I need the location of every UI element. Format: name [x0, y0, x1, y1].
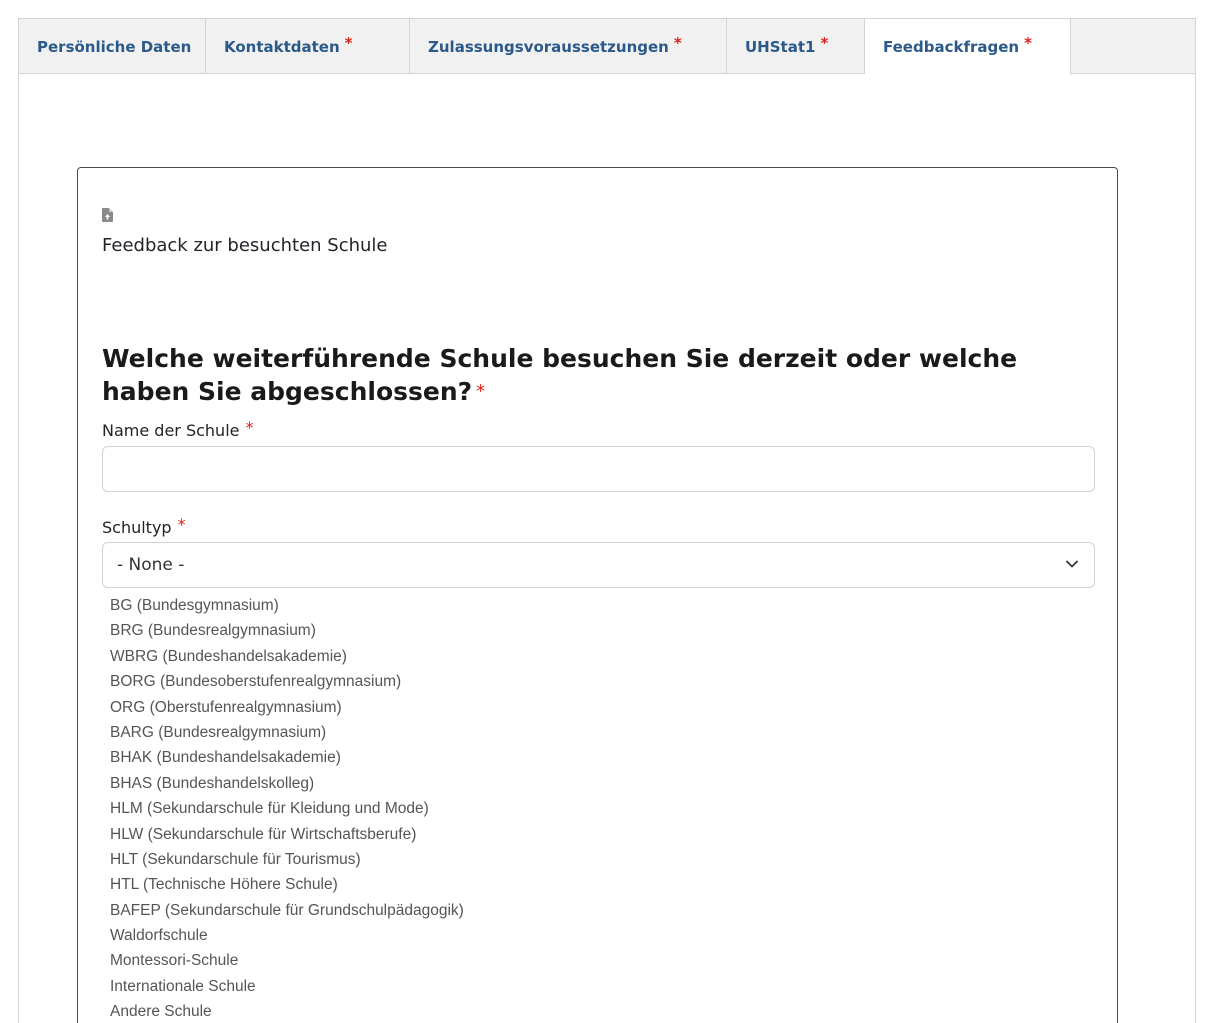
- school-name-label: Name der Schule *: [102, 418, 254, 440]
- school-type-option[interactable]: HLW (Sekundarschule für Wirtschaftsberuf…: [110, 822, 464, 847]
- school-type-options: BG (Bundesgymnasium) BRG (Bundesrealgymna…: [110, 593, 464, 1023]
- school-type-option[interactable]: WBRG (Bundeshandelsakademie): [110, 644, 464, 669]
- tab-uhstat1[interactable]: UHStat1 *: [727, 19, 865, 74]
- tab-feedbackfragen[interactable]: Feedbackfragen *: [865, 19, 1071, 75]
- school-type-label: Schultyp *: [102, 515, 186, 537]
- school-type-select[interactable]: - None -: [102, 542, 1095, 588]
- school-type-option[interactable]: BG (Bundesgymnasium): [110, 593, 464, 618]
- school-type-option[interactable]: HLT (Sekundarschule für Tourismus): [110, 847, 464, 872]
- school-type-option[interactable]: Andere Schule: [110, 999, 464, 1023]
- required-marker: *: [673, 33, 682, 52]
- required-marker: *: [245, 418, 254, 437]
- question-heading: Welche weiterführende Schule besuchen Si…: [102, 342, 1102, 411]
- school-type-option[interactable]: HLM (Sekundarschule für Kleidung und Mod…: [110, 796, 464, 821]
- label-text: Name der Schule: [102, 421, 240, 440]
- tab-label: Feedbackfragen: [883, 37, 1020, 56]
- question-text: Welche weiterführende Schule besuchen Si…: [102, 344, 1018, 406]
- required-marker: *: [476, 381, 486, 402]
- school-type-option[interactable]: BARG (Bundesrealgymnasium): [110, 720, 464, 745]
- tab-label: UHStat1: [745, 37, 816, 56]
- school-type-option[interactable]: BORG (Bundesoberstufenrealgymnasium): [110, 669, 464, 694]
- tab-persoenliche-daten[interactable]: Persönliche Daten: [19, 19, 206, 74]
- file-icon: [102, 208, 113, 222]
- school-type-option[interactable]: BAFEP (Sekundarschule für Grundschulpäda…: [110, 898, 464, 923]
- tab-bar: Persönliche Daten Kontaktdaten * Zulassu…: [19, 19, 1195, 75]
- chevron-down-icon: [1066, 560, 1078, 568]
- school-type-option[interactable]: HTL (Technische Höhere Schule): [110, 872, 464, 897]
- school-type-option[interactable]: Internationale Schule: [110, 974, 464, 999]
- school-name-input[interactable]: [102, 446, 1095, 492]
- required-marker: *: [177, 515, 186, 534]
- school-type-option[interactable]: Waldorfschule: [110, 923, 464, 948]
- school-type-option[interactable]: ORG (Oberstufenrealgymnasium): [110, 695, 464, 720]
- tab-label: Persönliche Daten: [37, 37, 192, 56]
- selected-value: - None -: [117, 555, 185, 575]
- school-type-option[interactable]: BHAS (Bundeshandelskolleg): [110, 771, 464, 796]
- section-title: Feedback zur besuchten Schule: [102, 235, 388, 256]
- tab-kontaktdaten[interactable]: Kontaktdaten *: [206, 19, 410, 74]
- school-type-option[interactable]: BHAK (Bundeshandelsakademie): [110, 745, 464, 770]
- school-type-option[interactable]: Montessori-Schule: [110, 948, 464, 973]
- tab-label: Zulassungsvoraussetzungen: [428, 37, 669, 56]
- label-text: Schultyp: [102, 518, 172, 537]
- tab-zulassungsvoraussetzungen[interactable]: Zulassungsvoraussetzungen *: [410, 19, 727, 74]
- school-type-option[interactable]: BRG (Bundesrealgymnasium): [110, 618, 464, 643]
- feedback-card: Feedback zur besuchten Schule Welche wei…: [77, 167, 1118, 1023]
- required-marker: *: [1024, 33, 1032, 52]
- tab-label: Kontaktdaten: [224, 37, 340, 56]
- form-frame: Persönliche Daten Kontaktdaten * Zulassu…: [18, 18, 1196, 1023]
- required-marker: *: [820, 33, 829, 52]
- required-marker: *: [344, 33, 353, 52]
